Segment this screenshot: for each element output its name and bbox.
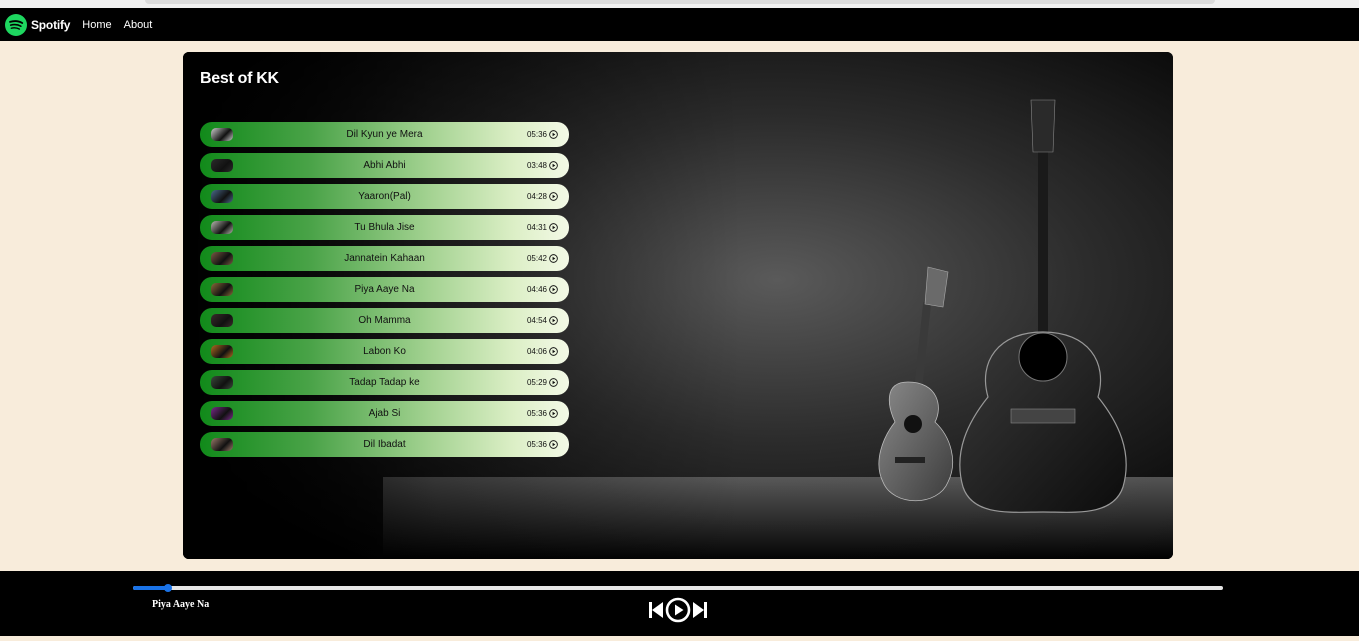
song-thumbnail [211, 221, 233, 234]
song-item[interactable]: Ajab Si 05:36 [200, 401, 569, 426]
playlist-container: Best of KK Dil Kyun ye Mera 05:36 Abhi A… [183, 52, 1173, 559]
play-circle-icon[interactable] [549, 192, 558, 201]
song-duration: 05:36 [526, 130, 547, 139]
play-circle-icon[interactable] [549, 285, 558, 294]
song-item[interactable]: Tu Bhula Jise 04:31 [200, 215, 569, 240]
now-playing-title: Piya Aaye Na [152, 599, 210, 610]
song-thumbnail [211, 190, 233, 203]
seek-bar-fill [133, 586, 168, 590]
next-icon[interactable] [692, 600, 708, 620]
song-duration: 05:36 [526, 409, 547, 418]
nav-link-about[interactable]: About [124, 19, 153, 31]
song-item[interactable]: Labon Ko 04:06 [200, 339, 569, 364]
song-name: Yaaron(Pal) [358, 191, 411, 202]
song-name: Dil Kyun ye Mera [346, 129, 423, 140]
song-duration: 05:42 [526, 254, 547, 263]
song-item[interactable]: Tadap Tadap ke 05:29 [200, 370, 569, 395]
song-duration: 04:06 [526, 347, 547, 356]
play-circle-icon[interactable] [549, 254, 558, 263]
player-bar: Piya Aaye Na [0, 571, 1359, 636]
song-item[interactable]: Dil Kyun ye Mera 05:36 [200, 122, 569, 147]
song-thumbnail [211, 438, 233, 451]
song-thumbnail [211, 407, 233, 420]
play-circle-icon[interactable] [549, 378, 558, 387]
play-circle-icon[interactable] [549, 130, 558, 139]
song-list: Dil Kyun ye Mera 05:36 Abhi Abhi 03:48 Y… [200, 122, 569, 463]
playlist-title: Best of KK [200, 70, 279, 87]
song-thumbnail [211, 252, 233, 265]
song-duration: 05:36 [526, 440, 547, 449]
play-icon[interactable] [665, 597, 691, 623]
song-duration: 04:28 [526, 192, 547, 201]
nav-link-home[interactable]: Home [82, 19, 111, 31]
spotify-logo-icon [5, 13, 27, 36]
song-item[interactable]: Abhi Abhi 03:48 [200, 153, 569, 178]
play-circle-icon[interactable] [549, 347, 558, 356]
seek-bar[interactable] [133, 584, 1223, 592]
song-thumbnail [211, 376, 233, 389]
song-item[interactable]: Yaaron(Pal) 04:28 [200, 184, 569, 209]
song-name: Abhi Abhi [363, 160, 406, 171]
seek-bar-thumb[interactable] [163, 584, 172, 592]
song-name: Oh Mamma [358, 315, 411, 326]
song-name: Piya Aaye Na [354, 284, 415, 295]
play-circle-icon[interactable] [549, 409, 558, 418]
song-thumbnail [211, 345, 233, 358]
song-name: Tadap Tadap ke [349, 377, 420, 388]
player-controls [648, 597, 708, 623]
previous-icon[interactable] [648, 600, 664, 620]
song-name: Ajab Si [368, 408, 401, 419]
song-item[interactable]: Piya Aaye Na 04:46 [200, 277, 569, 302]
song-name: Jannatein Kahaan [344, 253, 425, 264]
play-circle-icon[interactable] [549, 161, 558, 170]
song-item[interactable]: Jannatein Kahaan 05:42 [200, 246, 569, 271]
song-name: Tu Bhula Jise [354, 222, 415, 233]
song-name: Dil Ibadat [363, 439, 406, 450]
song-item[interactable]: Dil Ibadat 05:36 [200, 432, 569, 457]
song-duration: 04:54 [526, 316, 547, 325]
song-duration: 03:48 [526, 161, 547, 170]
brand[interactable]: Spotify [5, 13, 71, 36]
song-duration: 04:31 [526, 223, 547, 232]
song-thumbnail [211, 128, 233, 141]
song-duration: 05:29 [526, 378, 547, 387]
play-circle-icon[interactable] [549, 316, 558, 325]
song-name: Labon Ko [363, 346, 406, 357]
song-thumbnail [211, 283, 233, 296]
top-strip-bar [145, 0, 1215, 4]
song-thumbnail [211, 314, 233, 327]
song-item[interactable]: Oh Mamma 04:54 [200, 308, 569, 333]
song-duration: 04:46 [526, 285, 547, 294]
play-circle-icon[interactable] [549, 440, 558, 449]
browser-top-strip [0, 0, 1359, 8]
play-circle-icon[interactable] [549, 223, 558, 232]
brand-name: Spotify [31, 17, 71, 32]
navbar: Spotify Home About [0, 8, 1359, 41]
page-bottom-edge [0, 636, 1359, 641]
song-thumbnail [211, 159, 233, 172]
